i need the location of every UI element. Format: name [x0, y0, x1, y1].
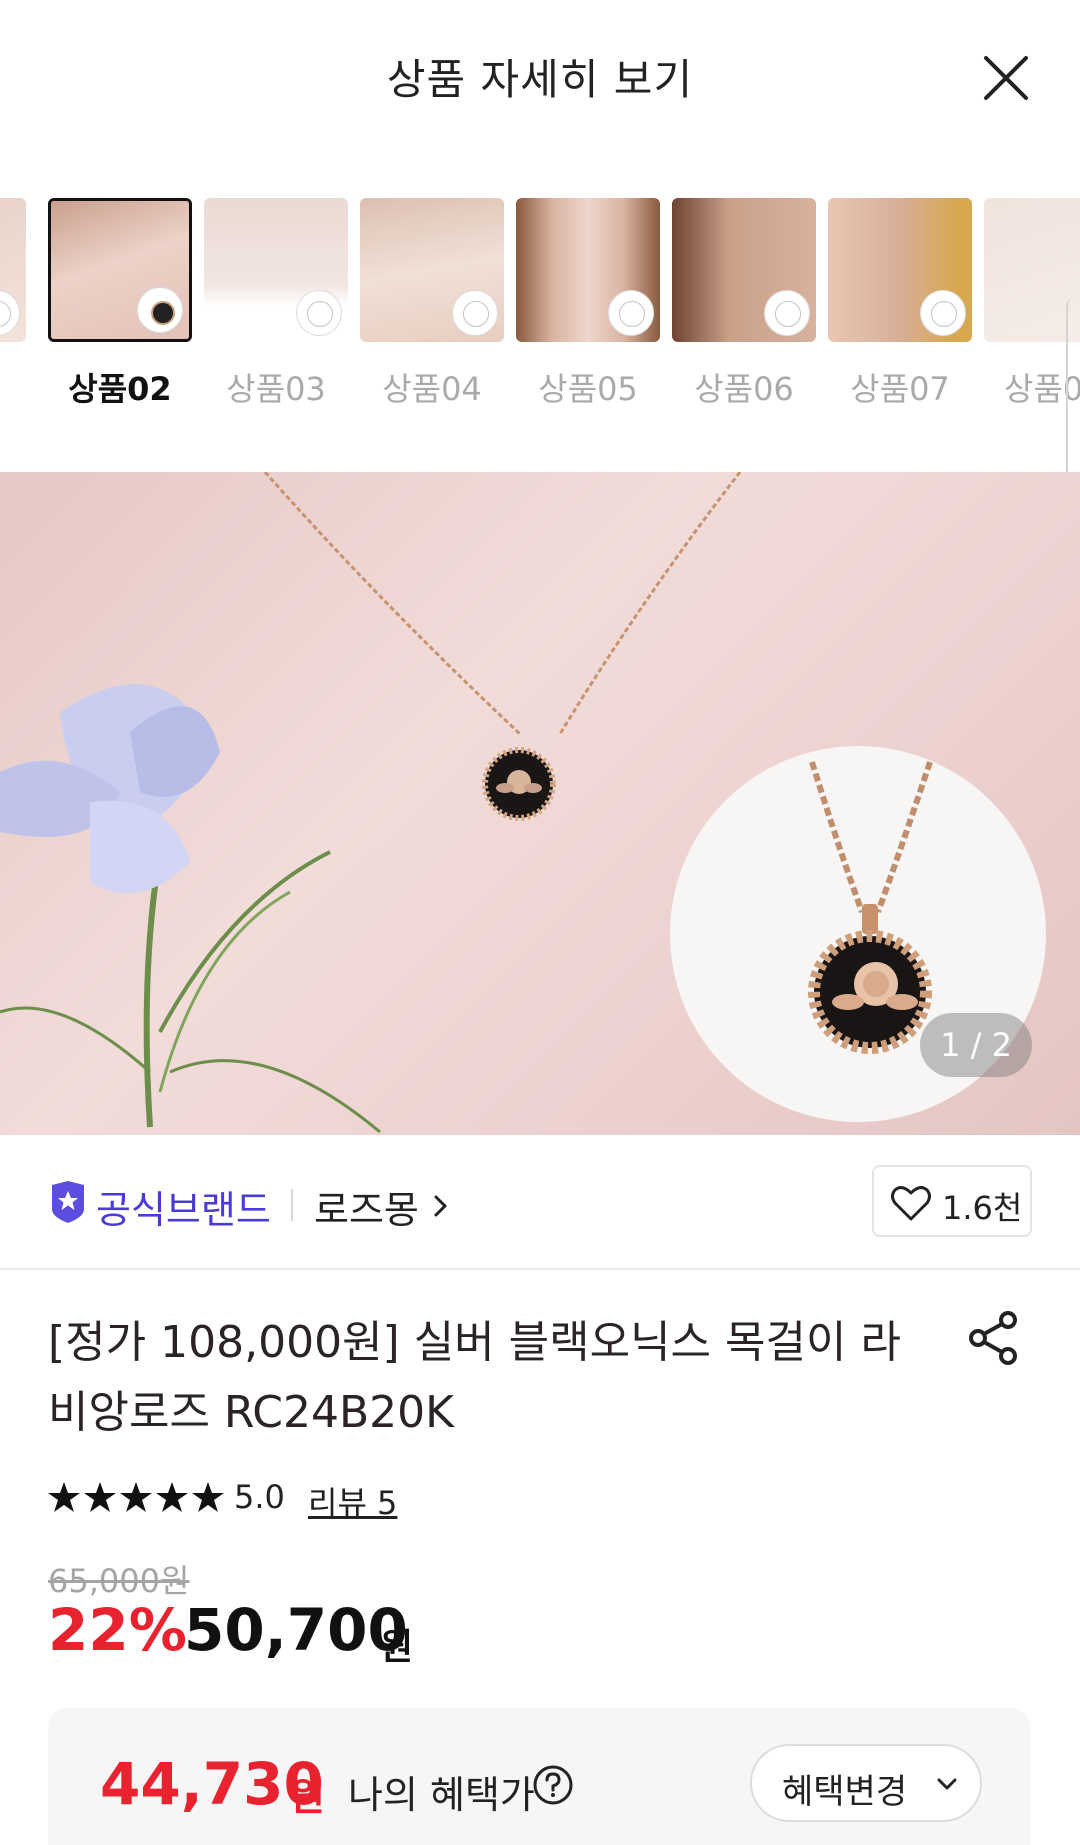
- divider: [291, 1189, 293, 1221]
- modal-header: 상품 자세히 보기: [0, 0, 1080, 150]
- thumbnail-inset-image: [920, 290, 966, 336]
- chevron-down-icon: [937, 1778, 957, 1790]
- scrollbar[interactable]: [1066, 298, 1080, 488]
- thumbnail-product-04[interactable]: [360, 198, 504, 342]
- sale-price-currency: 원: [380, 1627, 414, 1668]
- my-benefit-price-box: 44,730 원 나의 혜택가 혜택변경: [48, 1708, 1030, 1845]
- thumbnail-product-03[interactable]: [204, 198, 348, 342]
- thumbnail-product-06[interactable]: [672, 198, 816, 342]
- thumbnail-label[interactable]: 상품06: [672, 364, 816, 410]
- thumbnail-label[interactable]: 상품04: [360, 364, 504, 410]
- review-link[interactable]: 리뷰 5: [308, 1478, 397, 1524]
- thumbnail-inset-image: [764, 290, 810, 336]
- official-brand-label: 공식브랜드: [96, 1188, 271, 1232]
- heart-icon: [891, 1186, 931, 1221]
- thumbnail-label[interactable]: 상품05: [516, 364, 660, 410]
- star-rating-icon: [48, 1482, 224, 1512]
- brand-name-link[interactable]: 로즈몽: [314, 1179, 419, 1234]
- change-benefit-label: 혜택변경: [782, 1772, 908, 1812]
- like-count: 1.6천: [942, 1189, 1023, 1227]
- shield-star-icon: [52, 1181, 84, 1223]
- thumbnail-inset-image: [608, 290, 654, 336]
- necklace-photo: [0, 472, 1046, 1134]
- thumbnail-product-01[interactable]: [0, 198, 26, 342]
- product-title: [정가 108,000원] 실버 블랙오닉스 목걸이 라비앙로즈 RC24B20…: [48, 1317, 901, 1438]
- thumbnail-inset-image: [296, 290, 342, 336]
- thumbnail-inset-image: [452, 290, 498, 336]
- rating-value: 5.0: [234, 1478, 285, 1516]
- question-circle-icon[interactable]: [532, 1764, 574, 1806]
- thumbnail-label-selected[interactable]: 상품02: [48, 364, 192, 410]
- close-icon[interactable]: [978, 50, 1034, 106]
- product-thumbnail-strip[interactable]: 1 상품02 상품03 상품04 상품05 상품06 상품07 상품0: [0, 198, 1080, 418]
- change-benefit-button[interactable]: 혜택변경: [750, 1744, 982, 1822]
- benefit-price-currency: 원: [290, 1775, 325, 1819]
- thumbnail-inset-image: [137, 287, 183, 333]
- thumbnail-label[interactable]: 상품07: [828, 364, 972, 410]
- sale-price: 50,700: [184, 1596, 408, 1664]
- brand-row: 공식브랜드 로즈몽 1.6천: [0, 1135, 1080, 1270]
- page-title: 상품 자세히 보기: [386, 55, 694, 104]
- image-pager: 1 / 2: [920, 1013, 1032, 1077]
- like-button[interactable]: 1.6천: [872, 1165, 1032, 1237]
- discount-rate: 22%: [48, 1596, 187, 1664]
- chevron-right-icon[interactable]: [432, 1191, 450, 1221]
- share-icon[interactable]: [966, 1310, 1022, 1366]
- thumbnail-product-05[interactable]: [516, 198, 660, 342]
- product-main-image[interactable]: 1 / 2: [0, 472, 1080, 1135]
- thumbnail-label[interactable]: 1: [0, 364, 8, 402]
- benefit-label: 나의 혜택가: [348, 1773, 535, 1817]
- thumbnail-label[interactable]: 상품03: [204, 364, 348, 410]
- thumbnail-product-02[interactable]: [48, 198, 192, 342]
- thumbnail-product-07[interactable]: [828, 198, 972, 342]
